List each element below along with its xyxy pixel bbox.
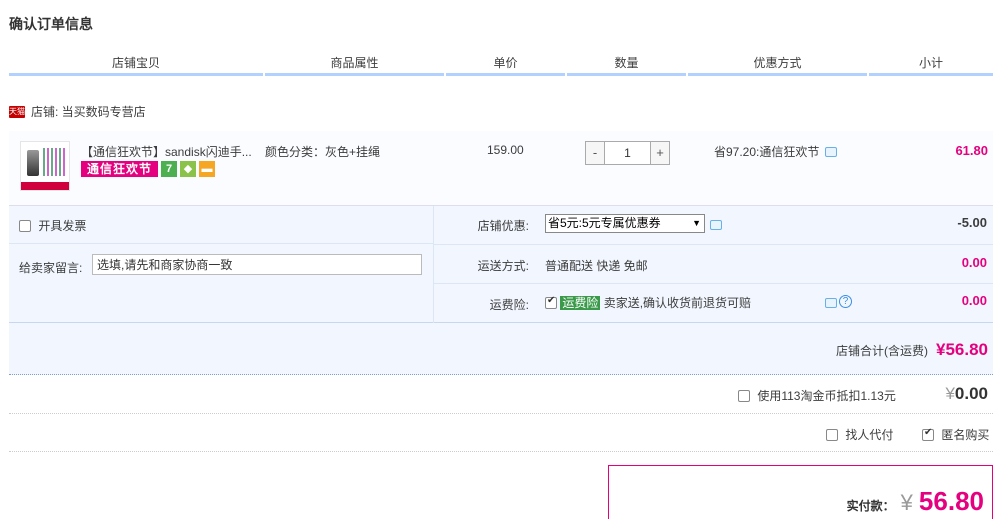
shipping-label: 运送方式: (477, 259, 529, 273)
coupon-message-icon[interactable] (710, 220, 722, 230)
payment-total-box: 实付款： ¥ 56.80 (608, 465, 993, 519)
shop-discount-select[interactable]: 省5元:5元专属优惠券 ▼ (545, 214, 705, 233)
pay-amount: 56.80 (918, 486, 984, 516)
coin-checkbox[interactable] (738, 390, 750, 402)
col-header-attr: 商品属性 (265, 52, 444, 76)
pay-currency: ¥ (900, 490, 913, 515)
invoice-label: 开具发票 (38, 219, 87, 233)
credit-card-icon: ▬ (199, 161, 216, 177)
invoice-option[interactable]: 开具发票 (19, 217, 86, 234)
page-title: 确认订单信息 (9, 16, 93, 32)
qty-input[interactable]: 1 (604, 142, 651, 164)
memo-label: 给卖家留言: (19, 261, 83, 275)
invoice-checkbox[interactable] (19, 220, 31, 232)
shop-row: 天猫 店铺: 当买数码专营店 (9, 103, 146, 120)
quantity-stepper: - 1 + (585, 141, 670, 165)
table-header: 店铺宝贝 商品属性 单价 数量 优惠方式 小计 (9, 52, 993, 76)
coin-currency: ¥ (945, 384, 955, 403)
col-header-item: 店铺宝贝 (9, 52, 263, 76)
insurance-tag: 运费险 (560, 296, 601, 310)
shop-total-row: 店铺合计(含运费) ¥56.80 (9, 323, 993, 375)
pay-label: 实付款： (846, 499, 895, 513)
item-subtotal: 61.80 (955, 143, 988, 158)
shop-total-amount: ¥56.80 (936, 340, 988, 359)
insurance-amount: 0.00 (961, 293, 987, 308)
coin-amount: 0.00 (954, 384, 988, 403)
guarantee-icon: ◆ (180, 161, 197, 177)
proxy-pay-option[interactable]: 找人代付 (826, 426, 893, 443)
proxy-pay-label: 找人代付 (845, 428, 894, 442)
col-header-discount: 优惠方式 (688, 52, 867, 76)
col-header-qty: 数量 (567, 52, 686, 76)
shop-name[interactable]: 店铺: 当买数码专营店 (31, 103, 146, 120)
options-left: 开具发票 给卖家留言: (9, 206, 434, 323)
anonymous-label: 匿名购买 (941, 428, 990, 442)
product-name[interactable]: 【通信狂欢节】sandisk闪迪手... (81, 143, 252, 160)
insurance-message-icon[interactable] (825, 298, 837, 308)
seven-day-return-icon: 7 (161, 161, 178, 177)
product-attribute: 颜色分类：灰色+挂绳 (265, 145, 381, 159)
message-icon[interactable] (825, 146, 838, 157)
help-icon[interactable]: ? (839, 295, 852, 308)
shipping-amount: 0.00 (961, 255, 987, 270)
promo-badges: 通信狂欢节 7 ◆ ▬ (81, 161, 216, 177)
unit-price: 159.00 (487, 143, 524, 157)
proxy-pay-checkbox[interactable] (826, 429, 838, 441)
coin-row: 使用113淘金币抵扣1.13元 ¥0.00 (9, 376, 993, 414)
invoice-row: 开具发票 (9, 206, 434, 244)
coin-amount-wrap: ¥0.00 (945, 384, 988, 404)
anonymous-option[interactable]: 匿名购买 (922, 426, 989, 443)
payment-options-row: 找人代付 匿名购买 (9, 414, 993, 452)
shop-discount-label: 店铺优惠: (477, 219, 529, 233)
tmall-icon: 天猫 (9, 105, 25, 118)
discount-info: 省97.20:通信狂欢节 (714, 143, 838, 160)
insurance-checkbox (545, 295, 557, 309)
promo-tag: 通信狂欢节 (81, 161, 159, 177)
seller-memo-input[interactable] (92, 254, 422, 275)
order-options-panel: 开具发票 给卖家留言: 店铺优惠: 省5元:5元专属优惠券 ▼ -5.00 运送… (9, 206, 993, 323)
insurance-value: 卖家送,确认收货前退货可赔 (603, 296, 752, 310)
product-thumbnail[interactable] (20, 141, 70, 191)
discount-text: 省97.20:通信狂欢节 (714, 145, 820, 159)
qty-plus-button[interactable]: + (651, 142, 669, 164)
order-item-row: 【通信狂欢节】sandisk闪迪手... 通信狂欢节 7 ◆ ▬ 颜色分类：灰色… (9, 131, 993, 206)
chevron-down-icon: ▼ (692, 218, 701, 228)
shop-total-label: 店铺合计(含运费) (836, 344, 928, 358)
shipping-value: 普通配送 快递 免邮 (545, 259, 648, 273)
shop-discount-value: 省5元:5元专属优惠券 (548, 216, 661, 230)
col-header-subtotal: 小计 (869, 52, 993, 76)
shop-discount-amount: -5.00 (957, 215, 987, 230)
coin-label: 使用113淘金币抵扣1.13元 (757, 389, 896, 403)
col-header-price: 单价 (446, 52, 565, 76)
insurance-label: 运费险: (489, 298, 529, 312)
anonymous-checkbox[interactable] (922, 427, 934, 441)
coin-option[interactable]: 使用113淘金币抵扣1.13元 (738, 387, 896, 404)
insurance-option: 运费险 卖家送,确认收货前退货可赔 (545, 294, 751, 311)
qty-minus-button[interactable]: - (586, 142, 604, 164)
